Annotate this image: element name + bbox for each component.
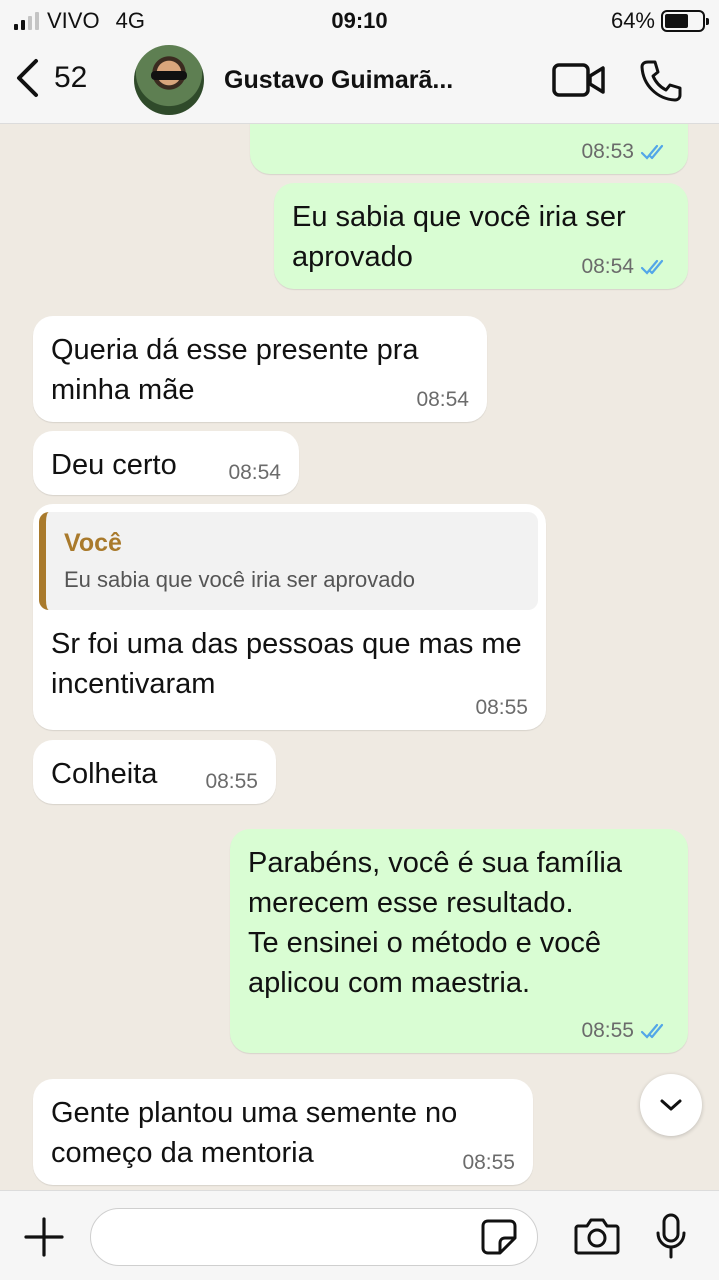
status-bar: VIVO 4G 09:10 64% (0, 0, 719, 40)
message-text: Parabéns, você é sua família merecem ess… (248, 847, 622, 999)
message-bubble-in[interactable]: Colheita 08:55 (33, 740, 276, 804)
unread-count: 52 (54, 61, 88, 94)
message-text: Gente plantou uma semente no começo da m… (51, 1097, 458, 1169)
battery-fill (665, 14, 689, 28)
chat-header: 52 Gustavo Guimarã... (0, 40, 719, 124)
quote-author: Você (64, 529, 122, 557)
battery-icon (661, 10, 709, 32)
message-bubble-out[interactable]: Eu sabia que você iria ser aprovado 08:5… (274, 183, 688, 289)
quoted-message[interactable]: Você Eu sabia que você iria ser aprovado (39, 512, 538, 610)
message-bubble-out[interactable]: 08:53 (250, 124, 688, 174)
video-camera-icon (552, 63, 605, 97)
sticker-icon (481, 1219, 517, 1255)
message-text: Deu certo (51, 449, 177, 481)
message-time: 08:55 (205, 770, 258, 793)
message-time: 08:55 (462, 1151, 515, 1174)
voice-call-button[interactable] (638, 58, 684, 109)
message-time: 08:55 (475, 696, 528, 719)
message-meta: 08:54 (416, 388, 469, 412)
double-check-icon (640, 1023, 664, 1039)
message-meta: 08:55 (462, 1151, 515, 1175)
message-input[interactable] (90, 1208, 538, 1266)
message-meta: 08:55 (581, 1019, 670, 1043)
message-text: Queria dá esse presente pra minha mãe (51, 334, 419, 406)
message-meta: 08:54 (581, 255, 670, 279)
plus-icon (24, 1217, 64, 1257)
chat-area[interactable]: 08:53 Eu sabia que você iria ser aprovad… (0, 124, 719, 1190)
scroll-down-button[interactable] (640, 1074, 702, 1136)
camera-icon (574, 1218, 620, 1255)
message-meta: 08:54 (228, 461, 281, 485)
message-bubble-out[interactable]: Parabéns, você é sua família merecem ess… (230, 829, 688, 1053)
message-text: Colheita (51, 758, 158, 790)
camera-button[interactable] (574, 1217, 620, 1260)
message-bubble-in-reply[interactable]: Você Eu sabia que você iria ser aprovado… (33, 504, 546, 730)
video-call-button[interactable] (552, 60, 606, 105)
status-right: 64% (610, 8, 709, 34)
microphone-icon (656, 1213, 686, 1259)
message-meta: 08:55 (475, 696, 528, 720)
phone-icon (640, 60, 682, 102)
double-check-icon (640, 259, 664, 275)
contact-name[interactable]: Gustavo Guimarã... (224, 66, 453, 95)
input-bar (0, 1190, 719, 1280)
back-button[interactable]: 52 (14, 58, 87, 98)
avatar[interactable] (134, 45, 204, 115)
sticker-button[interactable] (480, 1218, 518, 1261)
quote-text: Eu sabia que você iria ser aprovado (64, 567, 415, 592)
message-bubble-in[interactable]: Gente plantou uma semente no começo da m… (33, 1079, 533, 1185)
message-time: 08:54 (581, 255, 634, 278)
message-time: 08:55 (581, 1019, 634, 1042)
message-time: 08:54 (228, 461, 281, 484)
attach-button[interactable] (24, 1217, 64, 1262)
battery-percent: 64% (610, 8, 655, 33)
message-text: Sr foi uma das pessoas que mas me incent… (51, 628, 522, 700)
message-time: 08:53 (581, 140, 634, 163)
message-meta: 08:55 (205, 770, 258, 794)
message-meta: 08:53 (581, 140, 670, 164)
message-bubble-in[interactable]: Deu certo 08:54 (33, 431, 299, 495)
message-time: 08:54 (416, 388, 469, 411)
microphone-button[interactable] (654, 1213, 688, 1264)
chevron-left-icon (17, 59, 38, 97)
message-bubble-in[interactable]: Queria dá esse presente pra minha mãe 08… (33, 316, 487, 422)
double-check-icon (640, 144, 664, 160)
chevron-down-icon (660, 1099, 682, 1111)
